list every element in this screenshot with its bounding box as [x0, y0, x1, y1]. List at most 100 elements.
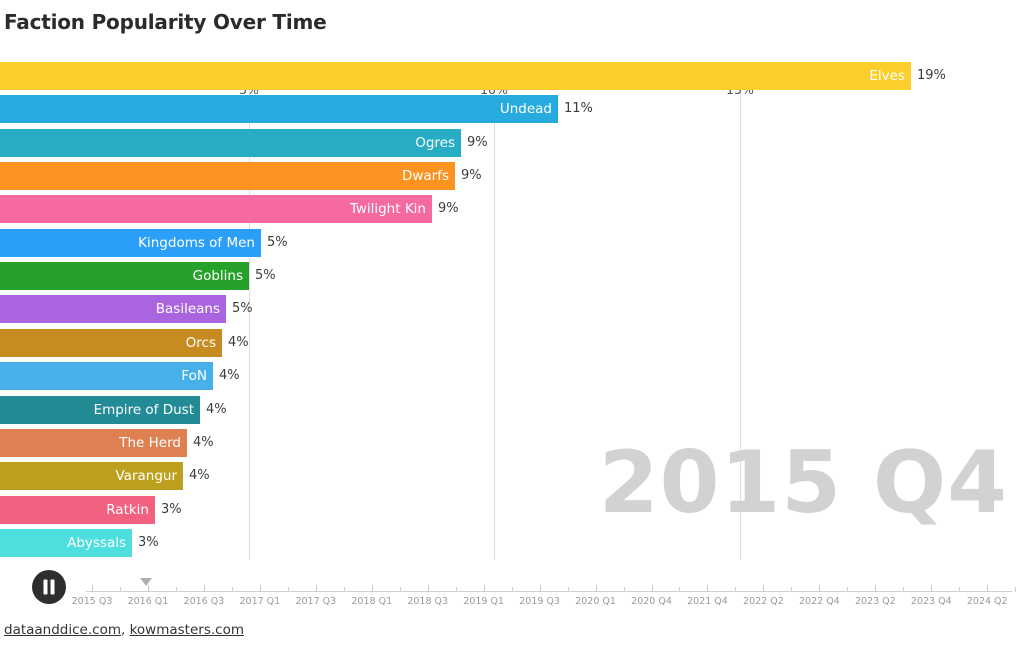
timeline-tick-label: 2023 Q2: [854, 596, 896, 607]
bar-label: Twilight Kin: [349, 201, 426, 218]
timeline-tick-label: 2020 Q4: [631, 596, 672, 607]
page-title: Faction Popularity Over Time: [4, 10, 327, 34]
bar-row: Basileans 5%: [0, 295, 1020, 324]
timeline-tick-label: 2022 Q2: [743, 596, 784, 607]
timeline-tick-label: 2015 Q3: [71, 596, 113, 607]
timeline-tick-minor: [231, 587, 233, 592]
timeline-tick-label: 2019 Q1: [463, 596, 505, 607]
timeline-tick-minor: [623, 587, 625, 592]
timeline-tick-label: 2018 Q3: [407, 596, 449, 607]
timeline-tick: [819, 585, 821, 592]
bar-value-label: 3%: [138, 534, 159, 550]
timeline-tick-minor: [455, 587, 457, 592]
bar-value-label: 9%: [438, 201, 459, 217]
bar-row: Twilight Kin 9%: [0, 195, 1020, 224]
timeline-tick-minor: [175, 587, 177, 592]
bar-value-label: 19%: [917, 68, 946, 83]
timeline-tick-minor: [791, 587, 793, 592]
timeline-tick-minor: [735, 587, 737, 592]
bar-value-label: 5%: [267, 234, 288, 250]
timeline-tick-label: 2023 Q4: [910, 596, 952, 607]
bar-value-label: 5%: [232, 301, 253, 317]
timeline-tick-label: 2017 Q1: [239, 596, 281, 607]
timeline-tick: [987, 585, 989, 592]
timeline-tick: [259, 585, 261, 592]
bar-label: Basileans: [155, 301, 220, 318]
bar-label: Ogres: [415, 134, 455, 151]
bar-row: Abyssals 3%: [0, 528, 1020, 557]
play-pause-button[interactable]: [32, 570, 66, 604]
bar-value-label: 4%: [219, 368, 240, 384]
footer-link-dataanddice[interactable]: dataanddice.com: [4, 622, 121, 638]
timeline-tick: [92, 585, 93, 592]
timeline-tick-label: 2021 Q4: [687, 596, 728, 607]
bar-row: Orcs 4%: [0, 328, 1020, 357]
bar-value-label: 11%: [564, 101, 593, 117]
footer-credits: dataanddice.com, kowmasters.com: [4, 622, 244, 638]
bar-label: Orcs: [185, 334, 216, 351]
timeline-handle[interactable]: [139, 578, 152, 586]
timeline-tick: [427, 585, 429, 592]
timeline-tick-minor: [399, 587, 401, 592]
bar-label: Kingdoms of Men: [138, 234, 255, 251]
timeline-tick-minor: [679, 587, 681, 592]
timeline-tick-minor: [959, 587, 961, 592]
bar-row: Goblins 5%: [0, 262, 1020, 291]
timeline-tick-label: 2016 Q1: [127, 596, 169, 607]
bar-chart-race: Faction Popularity Over Time 5%10%15% El…: [0, 0, 1020, 650]
timeline-tick: [595, 585, 597, 592]
timeline-tick-minor: [1015, 587, 1017, 592]
timeline-tick: [651, 585, 653, 592]
bar-value-label: 5%: [255, 268, 276, 284]
timeline-tick-label: 2022 Q4: [799, 596, 840, 607]
timeline-tick-label: 2017 Q3: [295, 596, 337, 607]
bar-row: Ogres 9%: [0, 128, 1020, 157]
bar-label: Ratkin: [106, 501, 149, 518]
bar-label: Elves: [869, 68, 905, 84]
pause-icon: [43, 579, 56, 595]
bar-row: Dwarfs 9%: [0, 162, 1020, 191]
bar-value-label: 4%: [193, 434, 214, 450]
timeline-tick-minor: [343, 587, 345, 592]
timeline-tick: [483, 585, 485, 592]
bar-value-label: 9%: [461, 168, 482, 184]
bar-label: Undead: [499, 101, 552, 118]
bar-label: Dwarfs: [401, 168, 449, 185]
timeline-tick-minor: [903, 587, 905, 592]
bar-label: The Herd: [119, 434, 181, 451]
bar-label: Goblins: [192, 268, 243, 285]
bar-label: Abyssals: [67, 534, 126, 551]
timeline-tick-label: 2019 Q3: [519, 596, 560, 607]
bar-value-label: 4%: [206, 401, 227, 417]
timeline-controls: 2015 Q3 2016 Q1 2016 Q3 2017 Q1 2017 Q3 2018 …: [0, 565, 1020, 615]
timeline-tick-label: 2024 Q2: [966, 596, 1008, 607]
timeline-tick: [931, 585, 933, 592]
timeline-tick: [763, 585, 765, 592]
bar-row: Empire of Dust 4%: [0, 395, 1020, 424]
timeline-tick-label: 2020 Q1: [575, 596, 616, 607]
bar-row: Undead 11%: [0, 95, 1020, 124]
bar-value-label: 4%: [189, 468, 210, 484]
timeline-tick-label: 2016 Q3: [183, 596, 225, 607]
timeline-tick: [147, 585, 149, 592]
bar-value-label: 9%: [467, 134, 488, 150]
timeline-tick: [315, 585, 317, 592]
bar-value-label: 4%: [228, 334, 249, 350]
bar-value-label: 3%: [161, 501, 182, 517]
timeline-tick-minor: [511, 587, 513, 592]
timeline-track[interactable]: [86, 591, 1012, 592]
timeline-tick-minor: [847, 587, 849, 592]
bar-label: FoN: [181, 368, 207, 385]
bar-label: Empire of Dust: [93, 401, 194, 418]
timeline-tick: [371, 585, 373, 592]
bar-label: Varangur: [115, 468, 177, 485]
timeline-slider[interactable]: 2015 Q3 2016 Q1 2016 Q3 2017 Q1 2017 Q3 2018 …: [72, 578, 1017, 615]
footer-link-kowmasters[interactable]: kowmasters.com: [130, 622, 244, 638]
timeline-tick: [707, 585, 709, 592]
timeline-tick-minor: [567, 587, 569, 592]
timeline-tick: [203, 585, 205, 592]
timeline-tick: [539, 585, 541, 592]
timeline-tick-minor: [287, 587, 289, 592]
timeline-tick-label: 2018 Q1: [351, 596, 393, 607]
bar-row: Kingdoms of Men 5%: [0, 228, 1020, 257]
